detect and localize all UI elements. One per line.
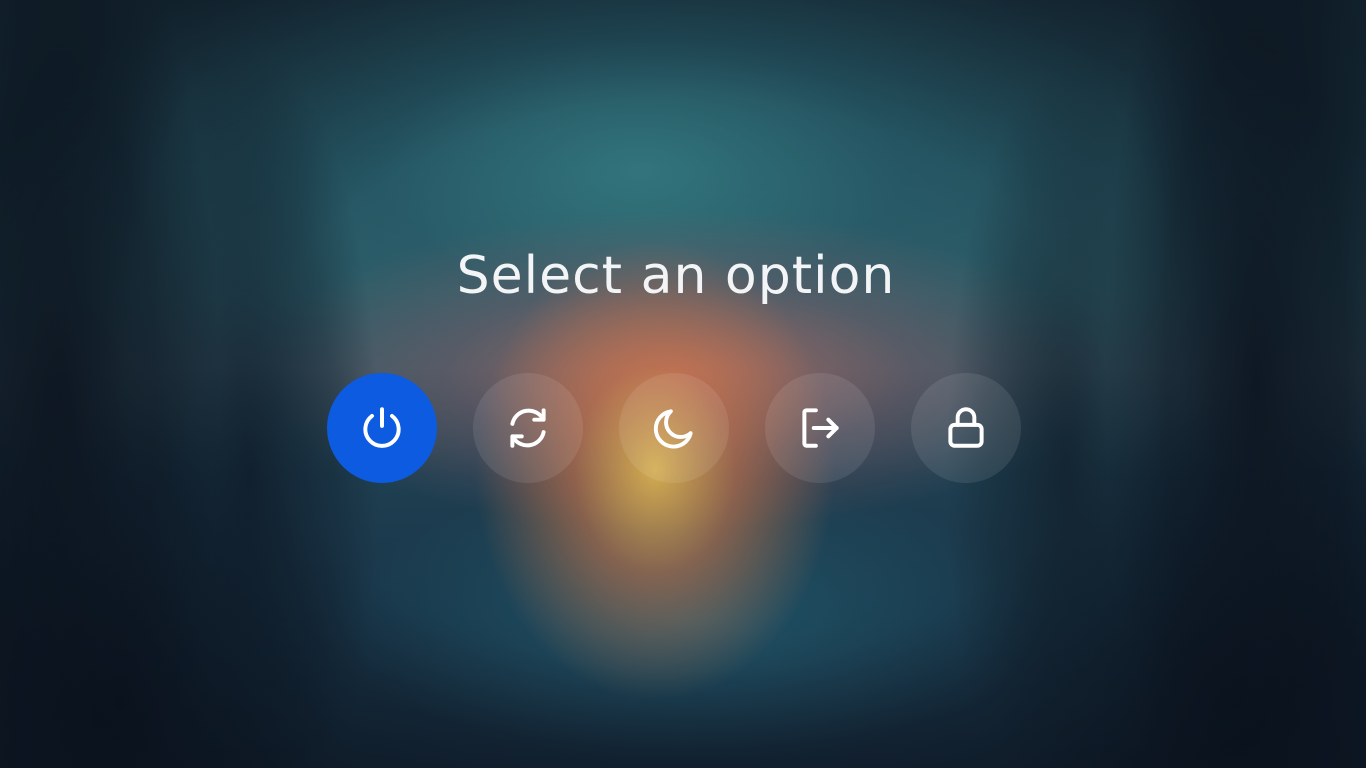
sleep-button[interactable] — [619, 373, 729, 483]
lock-icon — [948, 407, 984, 448]
logout-icon — [802, 408, 839, 448]
lock-button[interactable] — [911, 373, 1021, 483]
restart-button[interactable] — [473, 373, 583, 483]
power-icon — [363, 407, 401, 448]
logout-button[interactable] — [765, 373, 875, 483]
dialog-title: Select an option — [456, 246, 896, 306]
power-off-button[interactable] — [327, 373, 437, 483]
moon-icon — [653, 409, 693, 449]
power-menu-screen: Select an option — [0, 0, 1366, 768]
restart-icon — [510, 408, 546, 448]
options-row — [327, 373, 1021, 483]
